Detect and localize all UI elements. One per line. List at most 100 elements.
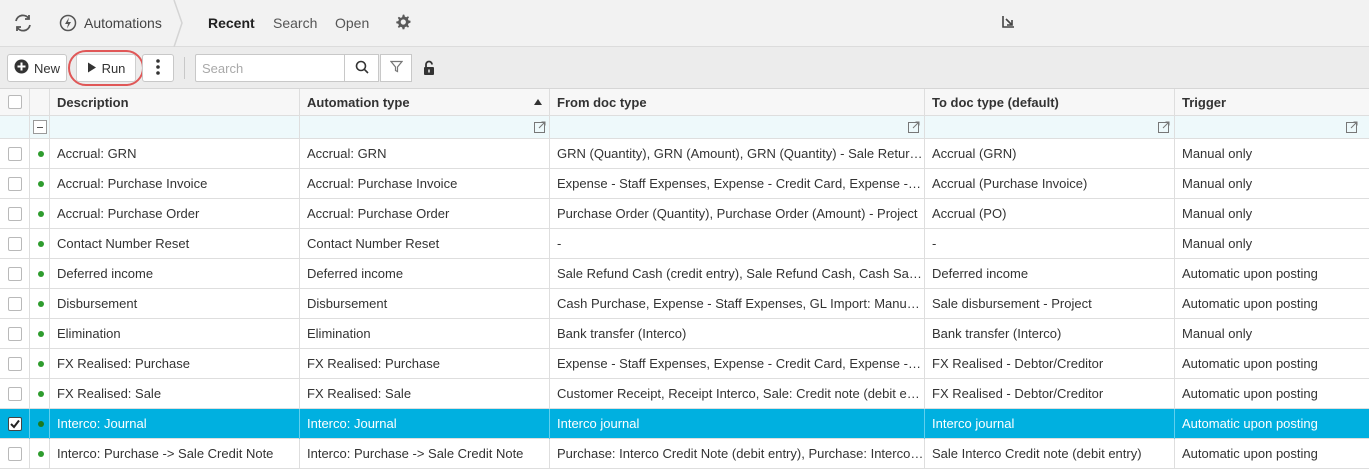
cell-description: Contact Number Reset — [50, 229, 300, 259]
cell-automation-type: Elimination — [300, 319, 550, 349]
cell-to-doc-type: Accrual (PO) — [925, 199, 1175, 229]
toolbar: New Run — [0, 47, 1369, 89]
status-cell — [30, 439, 50, 469]
row-select-cell — [0, 319, 30, 349]
search-icon — [355, 60, 369, 77]
row-select-cell — [0, 349, 30, 379]
popout-icon[interactable] — [908, 121, 920, 133]
row-checkbox[interactable] — [8, 447, 22, 461]
refresh-icon[interactable] — [12, 12, 34, 34]
row-checkbox[interactable] — [8, 237, 22, 251]
row-checkbox[interactable] — [8, 267, 22, 281]
row-checkbox[interactable] — [8, 207, 22, 221]
new-button[interactable]: New — [7, 54, 67, 82]
table-row[interactable]: Disbursement Disbursement Cash Purchase, E… — [0, 289, 1369, 319]
table-row[interactable]: Accrual: GRN Accrual: GRN GRN (Quantity), … — [0, 139, 1369, 169]
cell-from-doc-type: GRN (Quantity), GRN (Amount), GRN (Quant… — [550, 139, 925, 169]
status-cell — [30, 409, 50, 439]
row-checkbox[interactable] — [8, 387, 22, 401]
cell-automation-type: FX Realised: Purchase — [300, 349, 550, 379]
collapse-panel-icon[interactable] — [1000, 14, 1016, 30]
tab-open[interactable]: Open — [335, 15, 369, 31]
active-status-dot — [38, 181, 44, 187]
more-options-button[interactable] — [142, 54, 174, 82]
tab-recent[interactable]: Recent — [208, 15, 255, 31]
filter-cell-automation-type[interactable] — [300, 116, 550, 139]
cell-to-doc-type: Accrual (GRN) — [925, 139, 1175, 169]
column-header-to-doc-type[interactable]: To doc type (default) — [925, 89, 1175, 116]
filter-cell-trigger[interactable] — [1175, 116, 1369, 139]
row-checkbox[interactable] — [8, 147, 22, 161]
automations-grid: Description Automation type From doc typ… — [0, 89, 1369, 469]
row-checkbox[interactable] — [8, 177, 22, 191]
cell-to-doc-type: Sale disbursement - Project — [925, 289, 1175, 319]
cell-description: Interco: Journal — [50, 409, 300, 439]
table-row[interactable]: Contact Number Reset Contact Number Reset… — [0, 229, 1369, 259]
filter-cell-to-doc-type[interactable] — [925, 116, 1175, 139]
gear-icon[interactable] — [394, 13, 412, 31]
row-checkbox[interactable] — [8, 297, 22, 311]
status-cell — [30, 289, 50, 319]
cell-description: Deferred income — [50, 259, 300, 289]
row-checkbox[interactable] — [8, 327, 22, 341]
cell-trigger: Manual only — [1182, 326, 1253, 341]
table-row[interactable]: Elimination Elimination Bank transfer (Int… — [0, 319, 1369, 349]
cell-to-doc-type: FX Realised - Debtor/Creditor — [925, 349, 1175, 379]
column-header-description[interactable]: Description — [50, 89, 300, 116]
filter-cell-from-doc-type[interactable] — [550, 116, 925, 139]
cell-automation-type: FX Realised: Sale — [300, 379, 550, 409]
row-select-cell — [0, 439, 30, 469]
search-input[interactable] — [195, 54, 345, 82]
cell-description: Accrual: Purchase Order — [50, 199, 300, 229]
active-status-dot — [38, 301, 44, 307]
popout-icon[interactable] — [534, 121, 546, 133]
collapse-filter-icon[interactable] — [33, 120, 47, 134]
table-row[interactable]: Interco: Purchase -> Sale Credit Note Int… — [0, 439, 1369, 469]
column-header-automation-type[interactable]: Automation type — [300, 89, 550, 116]
search-button[interactable] — [344, 54, 379, 82]
popout-icon[interactable] — [1158, 121, 1170, 133]
status-cell — [30, 229, 50, 259]
select-all-checkbox[interactable] — [8, 95, 22, 109]
status-cell — [30, 169, 50, 199]
popout-icon[interactable] — [1346, 121, 1358, 133]
filter-button[interactable] — [380, 54, 412, 82]
cell-automation-type: Accrual: Purchase Order — [300, 199, 550, 229]
status-cell — [30, 259, 50, 289]
row-checkbox[interactable] — [8, 417, 22, 431]
active-status-dot — [38, 241, 44, 247]
cell-trigger: Automatic upon posting — [1182, 356, 1318, 371]
table-row[interactable]: FX Realised: Sale FX Realised: Sale Custom… — [0, 379, 1369, 409]
cell-description: Elimination — [50, 319, 300, 349]
row-checkbox[interactable] — [8, 357, 22, 371]
cell-trigger: Automatic upon posting — [1182, 386, 1318, 401]
cell-trigger: Manual only — [1182, 206, 1253, 221]
status-cell — [30, 199, 50, 229]
cell-trigger: Automatic upon posting — [1182, 446, 1318, 461]
unlock-icon[interactable] — [420, 59, 438, 77]
checkmark-icon — [10, 419, 20, 429]
cell-trigger: Manual only — [1182, 146, 1253, 161]
column-header-from-doc-type[interactable]: From doc type — [550, 89, 925, 116]
table-row[interactable]: Interco: Journal Interco: Journal Interco … — [0, 409, 1369, 439]
grid-header-row: Description Automation type From doc typ… — [0, 89, 1369, 116]
table-row[interactable]: Accrual: Purchase Order Accrual: Purchase… — [0, 199, 1369, 229]
cell-trigger: Automatic upon posting — [1182, 416, 1318, 431]
cell-to-doc-type: Accrual (Purchase Invoice) — [925, 169, 1175, 199]
table-row[interactable]: FX Realised: Purchase FX Realised: Purcha… — [0, 349, 1369, 379]
toolbar-divider — [184, 57, 185, 79]
table-row[interactable]: Deferred income Deferred income Sale Refun… — [0, 259, 1369, 289]
cell-to-doc-type: Interco journal — [925, 409, 1175, 439]
tab-search[interactable]: Search — [273, 15, 317, 31]
run-button-highlight-annotation — [68, 50, 144, 86]
filter-cell-description[interactable] — [50, 116, 300, 139]
cell-trigger: Automatic upon posting — [1182, 266, 1318, 281]
row-select-cell — [0, 139, 30, 169]
app-title-label: Automations — [84, 15, 162, 31]
table-row[interactable]: Accrual: Purchase Invoice Accrual: Purcha… — [0, 169, 1369, 199]
app-title[interactable]: Automations — [59, 12, 162, 34]
row-select-cell — [0, 259, 30, 289]
column-header-trigger[interactable]: Trigger — [1175, 89, 1369, 116]
automation-bolt-icon — [59, 14, 77, 32]
status-cell — [30, 319, 50, 349]
